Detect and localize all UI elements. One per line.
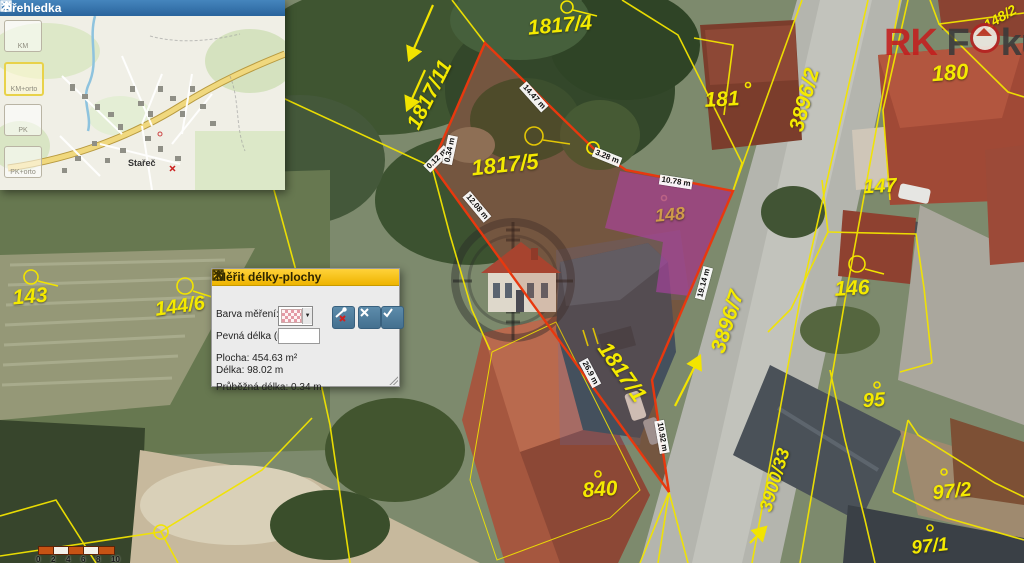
parcel-label: 95: [862, 389, 885, 413]
scale-bar-label: 10 m: [111, 555, 120, 563]
delete-measure-point-button[interactable]: [332, 306, 355, 329]
scale-bar-label: 4: [66, 555, 70, 563]
logo-f-text: F: [946, 22, 968, 64]
running-length-value: Průběžná délka: 0.34 m: [216, 382, 322, 393]
color-label: Barva měření:: [216, 309, 279, 320]
parcel-label: 97/1: [910, 534, 949, 560]
layer-button-km-orto[interactable]: KM+orto: [4, 62, 44, 96]
parcel-label: 97/2: [931, 479, 972, 506]
map-application: 1817/41817/111817/51813896/2180148/21471…: [0, 0, 1024, 563]
scale-bar-segment: [98, 546, 115, 555]
parcel-label: 143: [11, 284, 48, 311]
parcel-label: 181: [704, 87, 740, 113]
measure-color-picker[interactable]: ▼: [278, 306, 313, 326]
layer-button-pk-orto[interactable]: PK+orto: [4, 146, 42, 178]
measure-panel-title: Měřit délky-plochy: [216, 270, 321, 284]
scale-bar-label: 6: [81, 555, 85, 563]
layer-button-pk[interactable]: PK: [4, 104, 42, 136]
color-swatch: [281, 309, 302, 323]
overview-map[interactable]: KM KM+orto PK PK+orto Stařeč: [0, 16, 285, 190]
parcel-label: 148: [654, 203, 686, 227]
overview-panel: Přehledka: [0, 0, 285, 190]
length-value: Délka: 98.02 m: [216, 365, 283, 376]
chevron-down-icon[interactable]: ▼: [302, 308, 312, 324]
fixed-length-input[interactable]: [278, 328, 320, 344]
overview-panel-titlebar[interactable]: Přehledka: [0, 0, 285, 16]
parcel-label: 146: [834, 276, 870, 302]
measure-panel: Měřit délky-plochy Barva měření: ▼: [211, 268, 400, 387]
overview-town-label: Stařeč: [128, 158, 156, 168]
logo-rk-text: RK: [884, 22, 937, 64]
close-icon[interactable]: [212, 269, 224, 281]
cancel-measure-button[interactable]: [358, 306, 381, 329]
measure-panel-titlebar[interactable]: Měřit délky-plochy: [212, 269, 399, 286]
rk-fokus-logo: RK Fkus: [884, 22, 1024, 65]
scale-bar-label: 8: [96, 555, 100, 563]
scale-bar-label: 2: [51, 555, 55, 563]
scale-bar-label: 0: [36, 555, 40, 563]
area-value: Plocha: 454.63 m²: [216, 353, 297, 364]
parcel-label: 147: [863, 175, 898, 200]
confirm-measure-button[interactable]: [381, 306, 404, 329]
layer-button-km[interactable]: KM: [4, 20, 42, 52]
resize-handle[interactable]: [389, 376, 398, 385]
close-icon[interactable]: [0, 0, 12, 12]
logo-house-icon: [970, 23, 1000, 53]
logo-kus-text: kus: [1001, 22, 1024, 64]
parcel-label: 840: [582, 477, 619, 503]
